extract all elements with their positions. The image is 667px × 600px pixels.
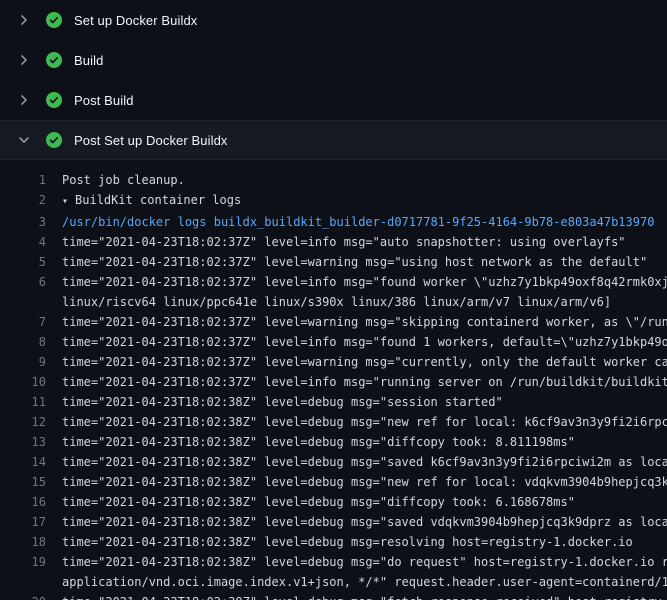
step-row-post-build[interactable]: Post Build	[0, 80, 667, 120]
log-text: Post job cleanup.	[62, 170, 667, 190]
log-line: 8time="2021-04-23T18:02:37Z" level=info …	[0, 332, 667, 352]
log-line: 15time="2021-04-23T18:02:38Z" level=debu…	[0, 472, 667, 492]
step-row-post-set-up-docker-buildx[interactable]: Post Set up Docker Buildx	[0, 120, 667, 160]
step-label: Post Set up Docker Buildx	[74, 133, 228, 148]
log-line: linux/riscv64 linux/ppc641e linux/s390x …	[0, 292, 667, 312]
line-number[interactable]: 11	[0, 392, 62, 412]
line-number[interactable]: 12	[0, 412, 62, 432]
line-number[interactable]: 16	[0, 492, 62, 512]
chevron-right-icon	[16, 92, 32, 108]
log-line: application/vnd.oci.image.index.v1+json,…	[0, 572, 667, 592]
line-number[interactable]: 4	[0, 232, 62, 252]
log-line: 16time="2021-04-23T18:02:38Z" level=debu…	[0, 492, 667, 512]
log-line: 13time="2021-04-23T18:02:38Z" level=debu…	[0, 432, 667, 452]
line-number[interactable]: 18	[0, 532, 62, 552]
line-number[interactable]: 6	[0, 272, 62, 292]
chevron-down-icon	[16, 132, 32, 148]
line-number[interactable]: 1	[0, 170, 62, 190]
log-line: 6time="2021-04-23T18:02:37Z" level=info …	[0, 272, 667, 292]
log-text: time="2021-04-23T18:02:37Z" level=warnin…	[62, 312, 667, 332]
log-line: 18time="2021-04-23T18:02:38Z" level=debu…	[0, 532, 667, 552]
log-text: time="2021-04-23T18:02:37Z" level=warnin…	[62, 252, 667, 272]
log-text: time="2021-04-23T18:02:37Z" level=info m…	[62, 332, 667, 352]
log-text: time="2021-04-23T18:02:38Z" level=debug …	[62, 532, 667, 552]
log-text: time="2021-04-23T18:02:38Z" level=debug …	[62, 512, 667, 532]
log-text: time="2021-04-23T18:02:38Z" level=debug …	[62, 552, 667, 572]
line-number[interactable]: 15	[0, 472, 62, 492]
log-line: 14time="2021-04-23T18:02:38Z" level=debu…	[0, 452, 667, 472]
group-caret-down-icon: ▾	[62, 196, 68, 207]
step-label: Set up Docker Buildx	[74, 13, 197, 28]
log-text: time="2021-04-23T18:02:38Z" level=debug …	[62, 472, 667, 492]
log-line: 5time="2021-04-23T18:02:37Z" level=warni…	[0, 252, 667, 272]
log-viewer: 1Post job cleanup.2▾ BuildKit container l…	[0, 160, 667, 600]
log-line: 1Post job cleanup.	[0, 170, 667, 190]
log-group-toggle[interactable]: ▾ BuildKit container logs	[62, 190, 667, 212]
line-number[interactable]: 17	[0, 512, 62, 532]
log-line: 2▾ BuildKit container logs	[0, 190, 667, 212]
line-number[interactable]: 7	[0, 312, 62, 332]
step-label: Post Build	[74, 93, 134, 108]
line-number[interactable]: 20	[0, 592, 62, 600]
job-steps-list: Set up Docker Buildx Build Post Build Post …	[0, 0, 667, 160]
log-group-label: BuildKit container logs	[75, 193, 241, 207]
log-line: 7time="2021-04-23T18:02:37Z" level=warni…	[0, 312, 667, 332]
line-number[interactable]: 8	[0, 332, 62, 352]
log-line: 19time="2021-04-23T18:02:38Z" level=debu…	[0, 552, 667, 572]
line-number[interactable]: 14	[0, 452, 62, 472]
log-text: linux/riscv64 linux/ppc641e linux/s390x …	[62, 292, 667, 312]
log-line: 4time="2021-04-23T18:02:37Z" level=info …	[0, 232, 667, 252]
log-text: time="2021-04-23T18:02:37Z" level=info m…	[62, 272, 667, 292]
log-text: application/vnd.oci.image.index.v1+json,…	[62, 572, 667, 592]
log-text: time="2021-04-23T18:02:38Z" level=debug …	[62, 392, 667, 412]
check-circle-icon	[46, 12, 62, 28]
line-number[interactable]: 13	[0, 432, 62, 452]
log-line: 20time="2021-04-23T18:02:38Z" level=debu…	[0, 592, 667, 600]
chevron-right-icon	[16, 52, 32, 68]
line-number[interactable]: 10	[0, 372, 62, 392]
line-number	[0, 292, 62, 312]
check-circle-icon	[46, 132, 62, 148]
log-line: 12time="2021-04-23T18:02:38Z" level=debu…	[0, 412, 667, 432]
log-text: time="2021-04-23T18:02:38Z" level=debug …	[62, 492, 667, 512]
log-text: time="2021-04-23T18:02:37Z" level=info m…	[62, 372, 667, 392]
log-line: 11time="2021-04-23T18:02:38Z" level=debu…	[0, 392, 667, 412]
line-number[interactable]: 5	[0, 252, 62, 272]
log-text: time="2021-04-23T18:02:37Z" level=info m…	[62, 232, 667, 252]
line-number[interactable]: 3	[0, 212, 62, 232]
log-line: 3/usr/bin/docker logs buildx_buildkit_bu…	[0, 212, 667, 232]
log-text: time="2021-04-23T18:02:38Z" level=debug …	[62, 452, 667, 472]
line-number[interactable]: 19	[0, 552, 62, 572]
log-command-text: /usr/bin/docker logs buildx_buildkit_bui…	[62, 212, 667, 232]
check-circle-icon	[46, 52, 62, 68]
log-text: time="2021-04-23T18:02:37Z" level=warnin…	[62, 352, 667, 372]
line-number	[0, 572, 62, 592]
check-circle-icon	[46, 92, 62, 108]
log-text: time="2021-04-23T18:02:38Z" level=debug …	[62, 432, 667, 452]
step-row-build[interactable]: Build	[0, 40, 667, 80]
line-number[interactable]: 9	[0, 352, 62, 372]
step-label: Build	[74, 53, 103, 68]
chevron-right-icon	[16, 12, 32, 28]
log-text: time="2021-04-23T18:02:38Z" level=debug …	[62, 592, 667, 600]
log-line: 9time="2021-04-23T18:02:37Z" level=warni…	[0, 352, 667, 372]
log-line: 17time="2021-04-23T18:02:38Z" level=debu…	[0, 512, 667, 532]
log-line: 10time="2021-04-23T18:02:37Z" level=info…	[0, 372, 667, 392]
step-row-set-up-docker-buildx[interactable]: Set up Docker Buildx	[0, 0, 667, 40]
log-text: time="2021-04-23T18:02:38Z" level=debug …	[62, 412, 667, 432]
line-number[interactable]: 2	[0, 190, 62, 212]
